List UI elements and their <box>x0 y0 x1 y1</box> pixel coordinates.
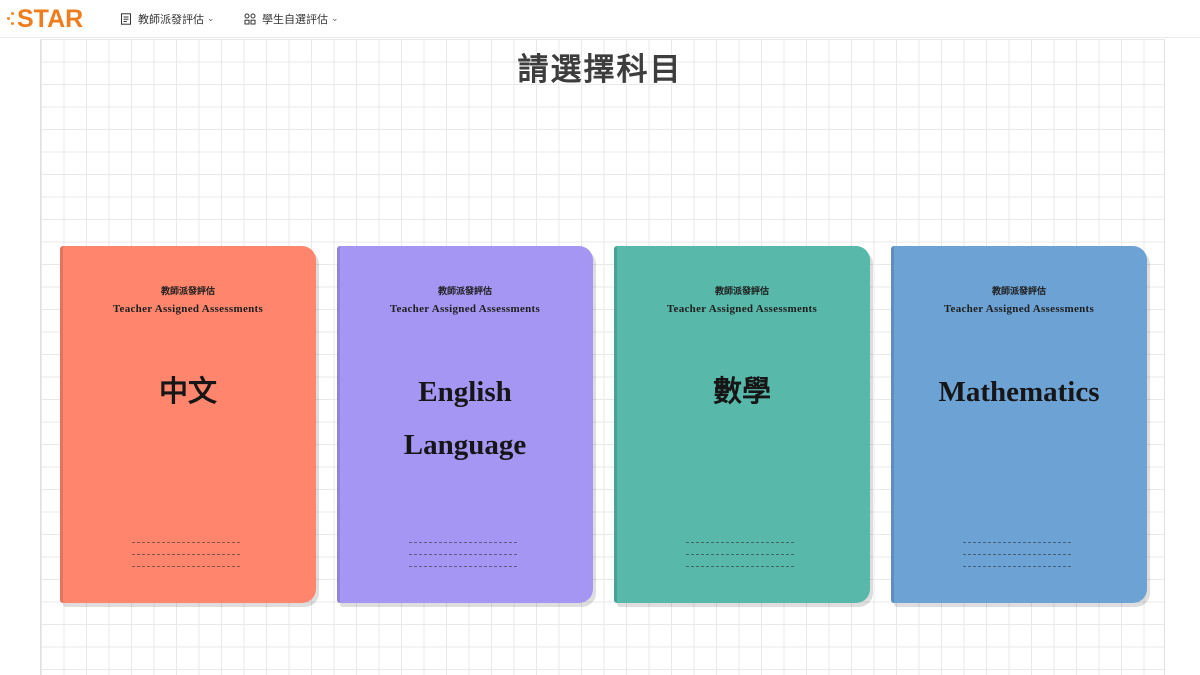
logo-text: STAR <box>17 5 84 33</box>
book-writing-lines <box>963 542 1071 578</box>
chevron-down-icon: ⌄ <box>207 14 215 24</box>
nav-student-selected[interactable]: 學生自選評估 ⌄ <box>244 10 339 28</box>
book-subject-line: English <box>418 376 512 408</box>
book-subject-line: Language <box>403 429 527 461</box>
book-subject-line: Mathematics <box>938 376 1100 408</box>
nav-teacher-assigned-label: 教師派發評估 <box>138 13 204 26</box>
chevron-down-icon: ⌄ <box>331 14 339 24</box>
subject-book-english[interactable]: 教師派發評估 Teacher Assigned Assessments Engl… <box>337 246 593 603</box>
subject-book-chinese[interactable]: 教師派發評估 Teacher Assigned Assessments 中文 <box>60 246 316 603</box>
top-navigation-bar: STAR 教師派發評估 ⌄ 學生自選評估 ⌄ <box>0 0 1200 38</box>
book-kicker-en: Teacher Assigned Assessments <box>666 303 818 315</box>
page-title: 請選擇科目 <box>517 52 683 88</box>
nav-student-selected-label: 學生自選評估 <box>262 13 328 26</box>
book-subject-line: 數學 <box>712 376 771 408</box>
book-kicker-zh: 教師派發評估 <box>160 287 215 297</box>
subject-book-mathematics[interactable]: 教師派發評估 Teacher Assigned Assessments Math… <box>891 246 1147 603</box>
book-subject-line: 中文 <box>158 376 217 408</box>
book-kicker-zh: 教師派發評估 <box>437 287 492 297</box>
book-kicker-en: Teacher Assigned Assessments <box>112 303 264 315</box>
star-logo[interactable]: STAR <box>6 5 83 33</box>
nav-teacher-assigned[interactable]: 教師派發評估 ⌄ <box>120 10 215 28</box>
book-writing-lines <box>409 542 517 578</box>
document-icon <box>121 13 131 25</box>
book-kicker-en: Teacher Assigned Assessments <box>389 303 541 315</box>
logo-sparkle-icon <box>6 9 16 29</box>
book-kicker-en: Teacher Assigned Assessments <box>943 303 1095 315</box>
book-kicker-zh: 教師派發評估 <box>991 287 1046 297</box>
apps-icon <box>244 13 256 25</box>
book-kicker-zh: 教師派發評估 <box>714 287 769 297</box>
subject-book-math-zh[interactable]: 教師派發評估 Teacher Assigned Assessments 數學 <box>614 246 870 603</box>
book-writing-lines <box>132 542 240 578</box>
book-writing-lines <box>686 542 794 578</box>
